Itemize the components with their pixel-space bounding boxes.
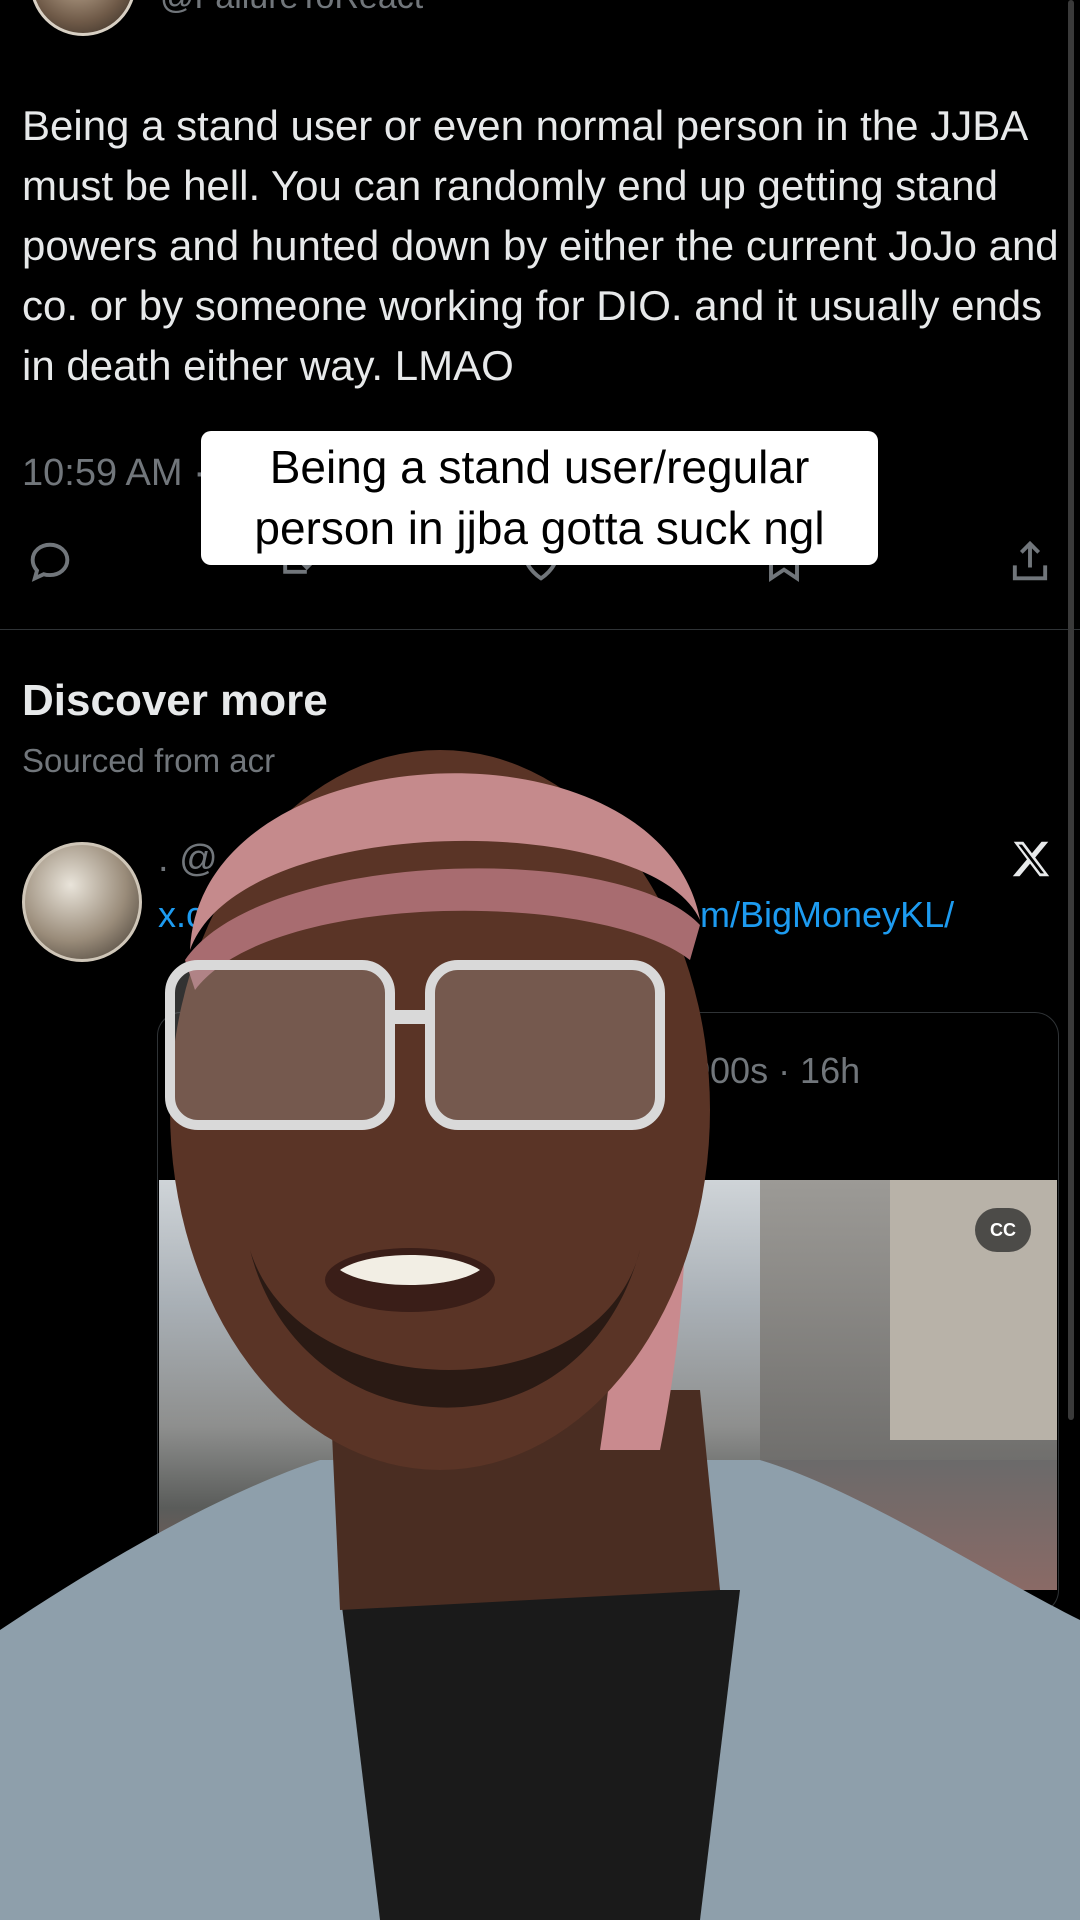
person-shirt	[340, 1590, 740, 1920]
author-avatar[interactable]	[30, 0, 136, 36]
tweet-timestamp[interactable]: 10:59 AM ·	[22, 452, 206, 495]
person-glasses-left	[165, 960, 395, 1130]
divider	[0, 629, 1080, 630]
tweet-text: Being a stand user or even normal person…	[22, 102, 1059, 389]
video-caption: Being a stand user/regular person in jjb…	[201, 431, 878, 565]
share-icon[interactable]	[1004, 535, 1056, 587]
caption-line-2: person in jjba gotta suck ngl	[254, 502, 825, 554]
caption-line-1: Being a stand user/regular	[269, 441, 810, 493]
person-glasses-bridge	[388, 1010, 432, 1024]
person-overlay	[0, 750, 1080, 1920]
person-glasses-right	[425, 960, 665, 1130]
comment-icon[interactable]	[24, 535, 76, 587]
author-handle[interactable]: @FailureToReact	[160, 0, 423, 17]
